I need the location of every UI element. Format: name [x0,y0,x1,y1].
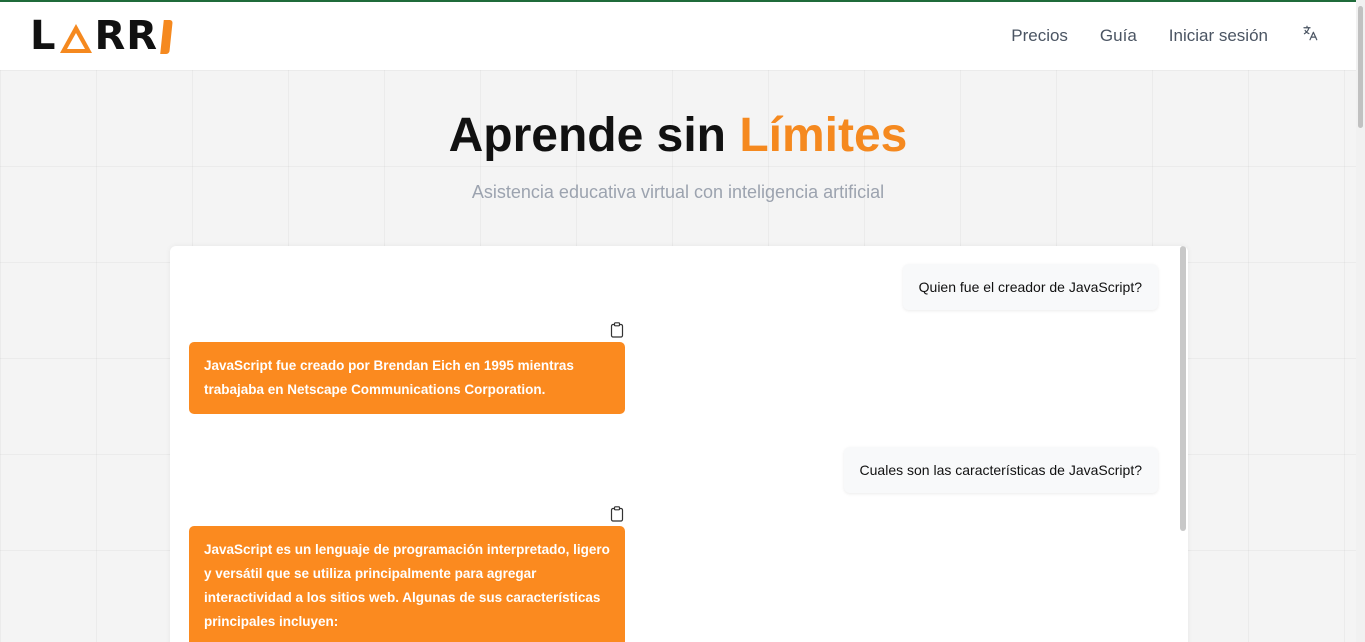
user-message: Cuales son las características de JavaSc… [843,447,1158,493]
user-message: Quien fue el creador de JavaScript? [902,264,1158,310]
hero-subtitle: Asistencia educativa virtual con intelig… [471,182,885,202]
nav-link-precios[interactable]: Precios [1011,26,1068,46]
page-scrollbar-thumb[interactable] [1358,6,1363,128]
navbar: L RR Precios Guía Iniciar sesión [0,2,1356,70]
hero-title-accent: Límites [739,109,908,162]
main-nav: Precios Guía Iniciar sesión [979,23,1320,46]
hero-title: Aprende sin Límites [0,108,1356,163]
page: L RR Precios Guía Iniciar sesión Aprende… [0,0,1365,642]
hero-title-main: Aprende sin [448,109,740,162]
larri-logo[interactable]: L RR [30,13,173,59]
clipboard-icon[interactable] [610,506,624,522]
logo-letter-l: L [30,13,57,59]
logo-a-triangle-icon [59,22,93,54]
logo-letters-rr: RR [94,13,159,59]
logo-i-bar [160,20,173,54]
nav-link-guia[interactable]: Guía [1100,26,1137,46]
translate-icon[interactable] [1300,23,1320,43]
chat-panel[interactable]: Quien fue el creador de JavaScript? Java… [170,246,1188,642]
assistant-message: JavaScript fue creado por Brendan Eich e… [189,342,625,414]
clipboard-icon[interactable] [610,322,624,338]
nav-link-iniciar-sesion[interactable]: Iniciar sesión [1169,26,1268,46]
page-scrollbar[interactable] [1356,0,1365,642]
assistant-message: JavaScript es un lenguaje de programació… [189,526,625,642]
chat-scrollbar[interactable] [1180,246,1186,531]
